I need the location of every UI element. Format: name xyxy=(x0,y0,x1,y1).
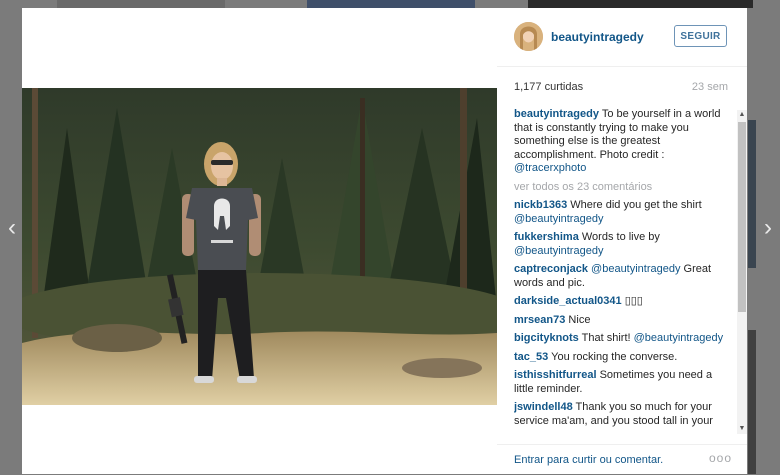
background-thumbnail xyxy=(528,0,753,8)
caption-username[interactable]: beautyintragedy xyxy=(514,108,599,120)
post-modal: beautyintragedy SEGUIR 1,177 curtidas 23… xyxy=(22,8,747,474)
scrollbar-thumb[interactable] xyxy=(738,122,746,312)
comment-mention[interactable]: @beautyintragedy xyxy=(514,213,603,225)
post-sidebar: beautyintragedy SEGUIR 1,177 curtidas 23… xyxy=(497,8,747,474)
comment-text: You rocking the converse. xyxy=(548,350,678,363)
comment-text: Words to live by xyxy=(578,231,660,243)
background-thumbnail xyxy=(57,0,225,8)
caption: beautyintragedy To be yourself in a worl… xyxy=(514,108,732,176)
comment-item: jswindell48 Thank you so much for your s… xyxy=(514,401,732,428)
post-age[interactable]: 23 sem xyxy=(692,81,728,93)
avatar-image xyxy=(514,22,543,51)
post-photo xyxy=(22,88,497,405)
comment-username[interactable]: tac_53 xyxy=(514,351,548,363)
login-to-like-link[interactable]: Entrar para curtir ou comentar. xyxy=(514,454,663,466)
comment-username[interactable]: captreconjack xyxy=(514,263,588,275)
comments-list: beautyintragedy To be yourself in a worl… xyxy=(514,108,732,434)
follow-button[interactable]: SEGUIR xyxy=(674,25,727,47)
comment-username[interactable]: darkside_actual0341 xyxy=(514,295,622,307)
caption-mention[interactable]: @tracerxphoto xyxy=(514,162,586,174)
comment-username[interactable]: nickb1363 xyxy=(514,199,567,211)
scroll-down-icon[interactable]: ▼ xyxy=(737,424,747,434)
comment-username[interactable]: mrsean73 xyxy=(514,314,565,326)
comment-item: bigcityknots That shirt! @beautyintraged… xyxy=(514,332,732,346)
background-thumbnail xyxy=(748,330,756,474)
comment-item: tac_53 You rocking the converse. xyxy=(514,351,732,365)
comment-item: darkside_actual0341 ▯▯▯ xyxy=(514,295,732,309)
comment-username[interactable]: jswindell48 xyxy=(514,401,573,413)
comment-text: Where did you get the shirt xyxy=(567,199,702,211)
comment-item: mrsean73 Nice xyxy=(514,314,732,328)
comment-mention[interactable]: @beautyintragedy xyxy=(514,245,603,257)
background-thumbnail xyxy=(307,0,475,8)
avatar[interactable] xyxy=(514,22,543,51)
comments-scrollbar[interactable]: ▲ ▼ xyxy=(737,110,747,434)
chevron-right-icon[interactable]: › xyxy=(758,216,778,240)
username-link[interactable]: beautyintragedy xyxy=(551,30,644,44)
comment-text: Nice xyxy=(565,313,591,326)
comment-mention[interactable]: @beautyintragedy xyxy=(634,332,723,344)
comment-username[interactable]: bigcityknots xyxy=(514,332,579,344)
comment-item: fukkershima Words to live by @beautyintr… xyxy=(514,231,732,258)
post-header: beautyintragedy SEGUIR xyxy=(497,8,747,67)
scroll-up-icon[interactable]: ▲ xyxy=(737,110,747,120)
comment-text: That shirt! xyxy=(578,332,634,344)
comment-item: nickb1363 Where did you get the shirt @b… xyxy=(514,199,732,226)
likes-count[interactable]: 1,177 curtidas xyxy=(514,81,583,93)
comment-item: captreconjack @beautyintragedy Great wor… xyxy=(514,263,732,290)
comment-username[interactable]: isthisshitfurreal xyxy=(514,369,597,381)
comment-username[interactable]: fukkershima xyxy=(514,231,579,243)
comment-mention[interactable]: @beautyintragedy xyxy=(591,263,680,275)
comment-item: isthisshitfurreal Sometimes you need a l… xyxy=(514,369,732,396)
view-all-comments-link[interactable]: ver todos os 23 comentários xyxy=(514,181,732,195)
more-options-icon[interactable]: ooo xyxy=(709,451,732,465)
chevron-left-icon[interactable]: ‹ xyxy=(2,216,22,240)
background-thumbnail xyxy=(748,120,756,268)
post-footer: Entrar para curtir ou comentar. ooo xyxy=(497,444,747,475)
comment-text: ▯▯▯ xyxy=(621,295,643,307)
